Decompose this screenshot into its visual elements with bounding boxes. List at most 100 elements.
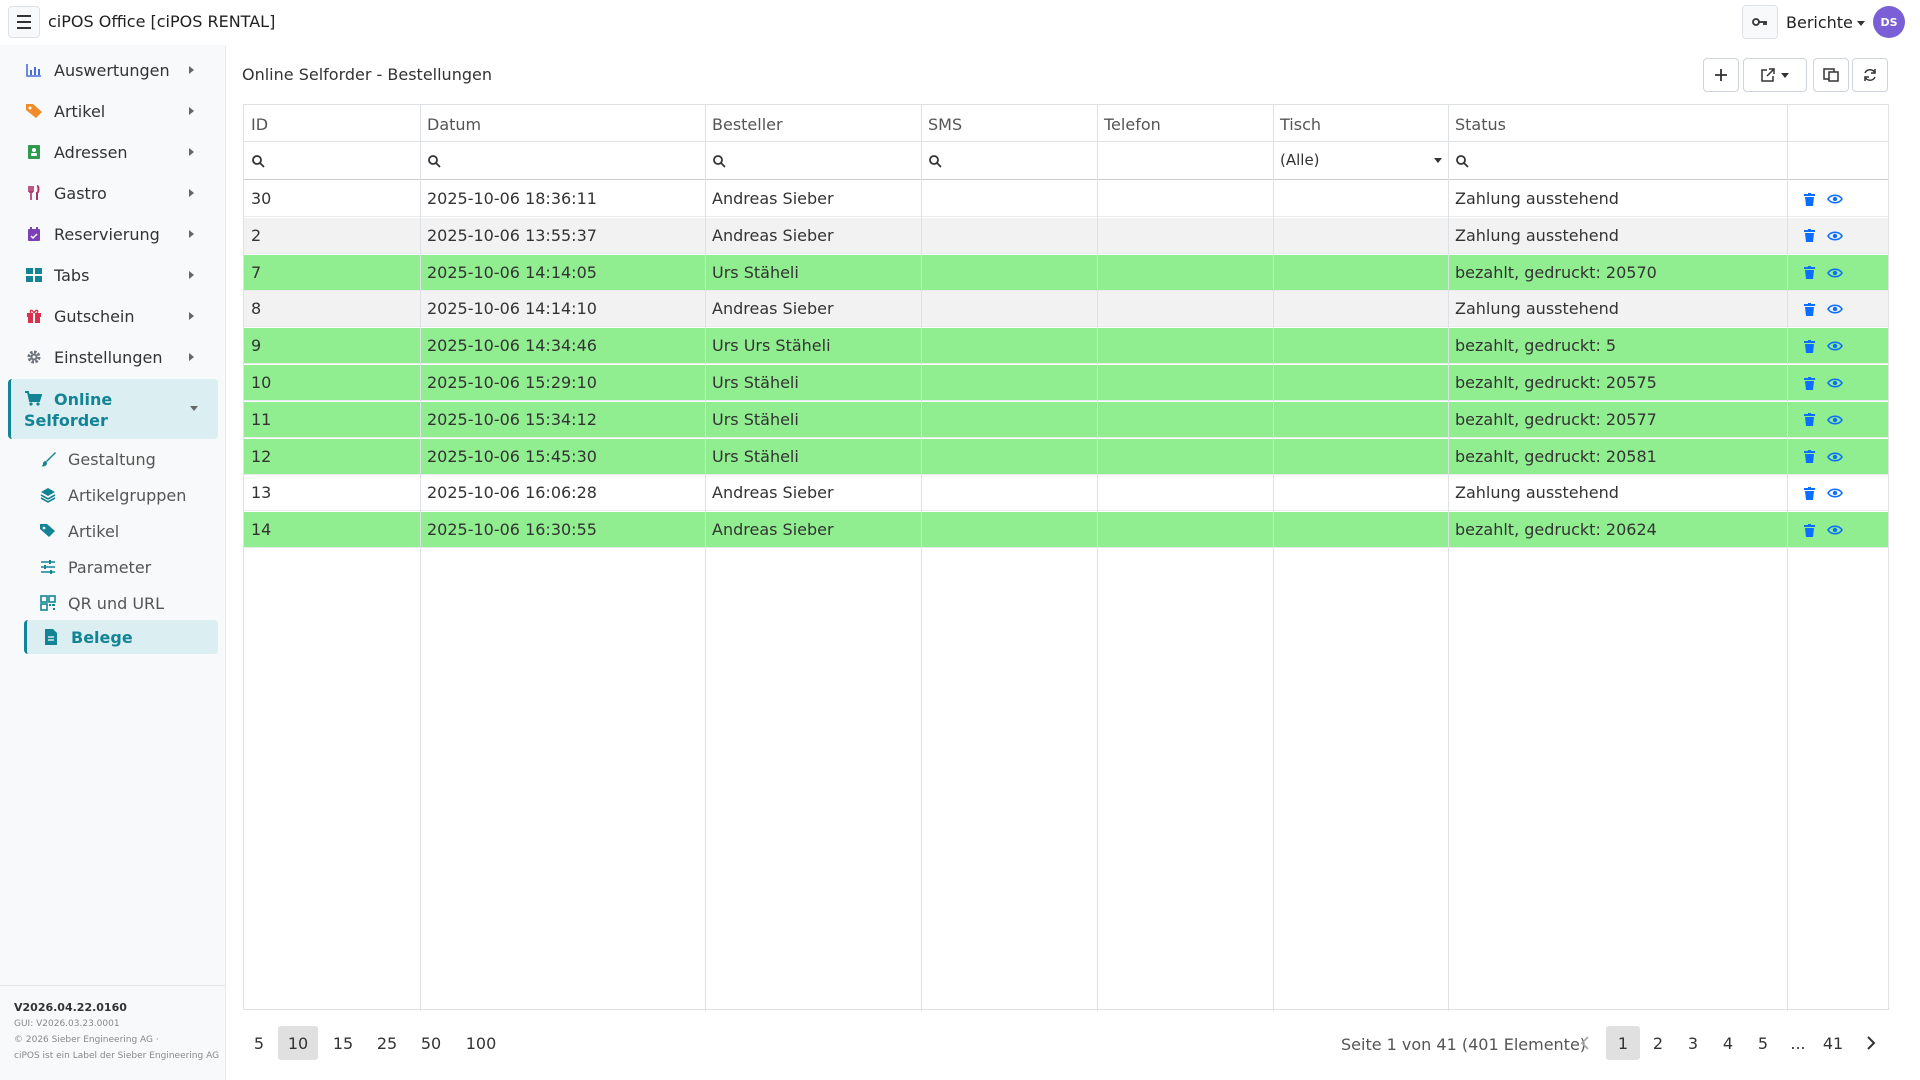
- label-text: ciPOS ist ein Label der Sieber Engineeri…: [14, 1051, 220, 1061]
- cell-status: bezahlt, gedruckt: 5: [1455, 336, 1617, 356]
- table-row[interactable]: 7 2025-10-06 14:14:05 Urs Stäheli bezahlt, …: [244, 254, 1888, 291]
- export-button[interactable]: [1743, 58, 1807, 92]
- eye-icon[interactable]: [1827, 228, 1843, 244]
- trash-icon[interactable]: [1801, 191, 1817, 207]
- table-row[interactable]: 14 2025-10-06 16:30:55 Andreas Sieber bezah…: [244, 512, 1888, 549]
- add-button[interactable]: [1703, 58, 1739, 92]
- search-icon[interactable]: [251, 154, 265, 168]
- cell-datum: 2025-10-06 14:14:10: [427, 299, 597, 319]
- page-2[interactable]: 2: [1641, 1026, 1675, 1060]
- search-icon[interactable]: [1455, 154, 1469, 168]
- page-5[interactable]: 5: [1746, 1026, 1780, 1060]
- trash-icon[interactable]: [1801, 485, 1817, 501]
- eye-icon[interactable]: [1827, 265, 1843, 281]
- cell-status: Zahlung ausstehend: [1455, 225, 1619, 245]
- cell-datum: 2025-10-06 15:45:30: [427, 446, 597, 466]
- version-text: V2026.04.22.0160: [14, 1001, 127, 1014]
- eye-icon[interactable]: [1827, 485, 1843, 501]
- label-line-1: Online: [54, 390, 113, 409]
- sidebar-item-adressen[interactable]: Adressen: [8, 134, 218, 170]
- reports-menu[interactable]: Berichte: [1786, 13, 1865, 32]
- sidebar-item-gastro[interactable]: Gastro: [8, 175, 218, 211]
- trash-icon[interactable]: [1801, 228, 1817, 244]
- page-1[interactable]: 1: [1606, 1026, 1640, 1060]
- table-row[interactable]: 11 2025-10-06 15:34:12 Urs Stäheli bezahlt,…: [244, 401, 1888, 438]
- trash-icon[interactable]: [1801, 338, 1817, 354]
- subitem-artikelgruppen[interactable]: Artikelgruppen: [24, 478, 218, 512]
- page-size-100[interactable]: 100: [456, 1026, 506, 1060]
- sidebar-item-reservierung[interactable]: Reservierung: [8, 216, 218, 252]
- sidebar-item-tabs[interactable]: Tabs: [8, 257, 218, 293]
- avatar[interactable]: DS: [1873, 6, 1905, 38]
- column-divider: [1273, 105, 1274, 1011]
- sidebar-item-einstellungen[interactable]: Einstellungen: [8, 339, 218, 375]
- sidebar-item-gutschein[interactable]: Gutschein: [8, 298, 218, 334]
- table-row[interactable]: 8 2025-10-06 14:14:10 Andreas Sieber Zahlun…: [244, 291, 1888, 328]
- prev-page-button[interactable]: [1568, 1026, 1602, 1060]
- eye-icon[interactable]: [1827, 191, 1843, 207]
- page-size-15[interactable]: 15: [326, 1026, 360, 1060]
- reports-label: Berichte: [1786, 13, 1853, 32]
- eye-icon[interactable]: [1827, 301, 1843, 317]
- table-row[interactable]: 12 2025-10-06 15:45:30 Urs Stäheli bezahlt,…: [244, 438, 1888, 475]
- subitem-label: QR und URL: [68, 593, 165, 613]
- page-size-10[interactable]: 10: [278, 1026, 318, 1060]
- trash-icon[interactable]: [1801, 301, 1817, 317]
- eye-icon[interactable]: [1827, 375, 1843, 391]
- next-page-button[interactable]: [1854, 1026, 1888, 1060]
- page-41[interactable]: 41: [1816, 1026, 1850, 1060]
- table-row[interactable]: 13 2025-10-06 16:06:28 Andreas Sieber Zahlu…: [244, 475, 1888, 512]
- tisch-filter-select[interactable]: (Alle): [1280, 151, 1442, 169]
- page-size-5[interactable]: 5: [242, 1026, 276, 1060]
- subitem-gestaltung[interactable]: Gestaltung: [24, 442, 218, 476]
- column-header-besteller[interactable]: Besteller: [712, 115, 783, 134]
- table-row[interactable]: 9 2025-10-06 14:34:46 Urs Urs Stäheli bezah…: [244, 328, 1888, 365]
- search-icon[interactable]: [427, 154, 441, 168]
- filter-row: (Alle): [244, 142, 1888, 180]
- eye-icon[interactable]: [1827, 449, 1843, 465]
- trash-icon[interactable]: [1801, 412, 1817, 428]
- eye-icon[interactable]: [1827, 522, 1843, 538]
- sidebar: Auswertungen Artikel Adressen Gastro Res…: [0, 45, 226, 1080]
- search-icon[interactable]: [928, 154, 942, 168]
- page-ellipsis[interactable]: ...: [1781, 1026, 1815, 1060]
- column-chooser-button[interactable]: [1813, 58, 1849, 92]
- column-header-id[interactable]: ID: [251, 115, 268, 134]
- trash-icon[interactable]: [1801, 522, 1817, 538]
- cell-besteller: Andreas Sieber: [712, 225, 834, 245]
- search-icon[interactable]: [712, 154, 726, 168]
- chevron-down-icon: [1856, 21, 1865, 26]
- table-row[interactable]: 30 2025-10-06 18:36:11 Andreas Sieber Zahlu…: [244, 181, 1888, 217]
- table-row[interactable]: 10 2025-10-06 15:29:10 Urs Stäheli bezahlt,…: [244, 365, 1888, 401]
- trash-icon[interactable]: [1801, 265, 1817, 281]
- page-size-25[interactable]: 25: [370, 1026, 404, 1060]
- column-header-sms[interactable]: SMS: [928, 115, 962, 134]
- cell-datum: 2025-10-06 18:36:11: [427, 189, 597, 208]
- eye-icon[interactable]: [1827, 338, 1843, 354]
- menu-toggle-button[interactable]: [8, 6, 40, 38]
- column-header-datum[interactable]: Datum: [427, 115, 481, 134]
- column-header-status[interactable]: Status: [1455, 115, 1506, 134]
- chevron-right-icon: [189, 148, 194, 156]
- sidebar-item-label: Reservierung: [54, 224, 160, 244]
- column-divider: [1448, 105, 1449, 1011]
- eye-icon[interactable]: [1827, 412, 1843, 428]
- subitem-belege[interactable]: Belege: [24, 620, 218, 654]
- cell-id: 13: [251, 483, 272, 503]
- page-3[interactable]: 3: [1676, 1026, 1710, 1060]
- column-header-telefon[interactable]: Telefon: [1104, 115, 1161, 134]
- address-book-icon: [22, 140, 46, 164]
- sidebar-item-artikel[interactable]: Artikel: [8, 93, 218, 129]
- page-4[interactable]: 4: [1711, 1026, 1745, 1060]
- refresh-button[interactable]: [1852, 58, 1888, 92]
- table-row[interactable]: 2 2025-10-06 13:55:37 Andreas Sieber Zahlun…: [244, 217, 1888, 254]
- subitem-parameter[interactable]: Parameter: [24, 550, 218, 584]
- subitem-artikel[interactable]: Artikel: [24, 514, 218, 548]
- trash-icon[interactable]: [1801, 375, 1817, 391]
- key-button[interactable]: [1742, 5, 1778, 39]
- column-header-tisch[interactable]: Tisch: [1280, 115, 1321, 134]
- subitem-qr-und-url[interactable]: QR und URL: [24, 586, 218, 620]
- page-size-50[interactable]: 50: [414, 1026, 448, 1060]
- sidebar-item-auswertungen[interactable]: Auswertungen: [8, 52, 218, 88]
- trash-icon[interactable]: [1801, 449, 1817, 465]
